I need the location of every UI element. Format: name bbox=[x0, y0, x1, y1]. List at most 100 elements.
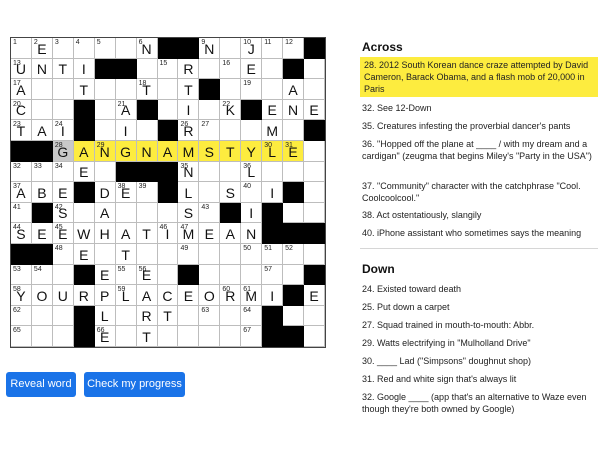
grid-cell[interactable]: T bbox=[115, 244, 137, 265]
grid-cell[interactable]: O bbox=[31, 285, 53, 306]
grid-cell[interactable]: 26 R bbox=[178, 120, 200, 141]
grid-cell[interactable]: I bbox=[178, 99, 200, 121]
grid-cell[interactable] bbox=[73, 202, 95, 224]
grid-cell[interactable] bbox=[136, 120, 158, 141]
grid-cell[interactable]: 59 L bbox=[115, 285, 137, 306]
grid-cell[interactable] bbox=[304, 141, 325, 162]
grid-cell[interactable]: E bbox=[52, 182, 74, 203]
grid-cell[interactable] bbox=[52, 264, 74, 286]
grid-cell[interactable]: 61 M bbox=[241, 285, 263, 306]
grid-cell[interactable]: T bbox=[220, 141, 242, 162]
grid-cell[interactable] bbox=[94, 120, 116, 141]
grid-cell[interactable]: H bbox=[94, 223, 116, 244]
grid-cell[interactable] bbox=[157, 326, 179, 347]
grid-cell[interactable]: R bbox=[178, 58, 200, 80]
grid-cell[interactable]: 24 I bbox=[52, 120, 74, 141]
grid-cell[interactable]: 6N bbox=[136, 38, 158, 59]
grid-cell[interactable]: A bbox=[115, 223, 137, 244]
down-clue-25[interactable]: 25. Put down a carpet bbox=[362, 301, 598, 313]
down-clue-32[interactable]: 32. Google ____ (app that's an alternati… bbox=[362, 391, 598, 415]
grid-cell[interactable]: 20 C bbox=[11, 99, 32, 121]
grid-cell[interactable]: A bbox=[157, 141, 179, 162]
grid-cell[interactable]: 9N bbox=[199, 38, 221, 59]
grid-cell[interactable] bbox=[199, 326, 221, 347]
grid-cell[interactable]: O bbox=[199, 285, 221, 306]
grid-cell[interactable]: E bbox=[31, 223, 53, 244]
grid-cell[interactable] bbox=[115, 38, 137, 59]
grid-cell[interactable]: 63 bbox=[199, 305, 221, 327]
grid-cell[interactable]: 41 bbox=[11, 202, 32, 224]
grid-cell[interactable]: W bbox=[73, 223, 95, 244]
grid-cell[interactable]: S bbox=[220, 182, 242, 203]
grid-cell[interactable]: 30 L bbox=[262, 141, 284, 162]
grid-cell[interactable] bbox=[136, 244, 158, 265]
grid-cell[interactable]: M bbox=[262, 120, 284, 141]
grid-cell[interactable] bbox=[283, 305, 305, 327]
grid-cell[interactable] bbox=[31, 99, 53, 121]
grid-cell[interactable] bbox=[220, 161, 242, 183]
grid-cell[interactable]: T bbox=[136, 326, 158, 347]
grid-cell[interactable]: G bbox=[115, 141, 137, 162]
grid-cell[interactable]: 62 bbox=[11, 305, 32, 327]
grid-cell[interactable] bbox=[241, 120, 263, 141]
grid-cell[interactable]: R bbox=[73, 285, 95, 306]
grid-cell[interactable]: 33 bbox=[31, 161, 53, 183]
grid-cell[interactable]: 60 R bbox=[220, 285, 242, 306]
grid-cell[interactable]: S bbox=[199, 141, 221, 162]
grid-cell[interactable] bbox=[220, 120, 242, 141]
grid-cell[interactable] bbox=[136, 58, 158, 80]
grid-cell[interactable]: 12 bbox=[283, 38, 305, 59]
grid-cell[interactable] bbox=[115, 79, 137, 100]
grid-cell[interactable] bbox=[94, 161, 116, 183]
grid-cell[interactable]: 23 T bbox=[11, 120, 32, 141]
grid-cell[interactable] bbox=[157, 244, 179, 265]
grid-cell[interactable] bbox=[115, 326, 137, 347]
grid-cell[interactable]: 15 bbox=[157, 58, 179, 80]
grid-cell[interactable] bbox=[304, 161, 325, 183]
grid-cell[interactable] bbox=[220, 264, 242, 286]
grid-cell[interactable]: 43 bbox=[199, 202, 221, 224]
grid-cell[interactable] bbox=[283, 120, 305, 141]
grid-cell[interactable]: I bbox=[262, 285, 284, 306]
grid-cell[interactable] bbox=[304, 326, 325, 347]
down-clue-30[interactable]: 30. ____ Lad ("Simpsons" doughnut shop) bbox=[362, 355, 598, 367]
across-clue-40[interactable]: 40. iPhone assistant who sometimes says … bbox=[362, 227, 598, 239]
grid-cell[interactable]: 3 bbox=[52, 38, 74, 59]
grid-cell[interactable]: 42 S bbox=[52, 202, 74, 224]
grid-cell[interactable]: 21 A bbox=[115, 99, 137, 121]
grid-cell[interactable] bbox=[199, 99, 221, 121]
grid-cell[interactable]: 35 N bbox=[178, 161, 200, 183]
grid-cell[interactable]: 58 Y bbox=[11, 285, 32, 306]
check-progress-button[interactable]: Check my progress bbox=[84, 372, 185, 397]
grid-cell[interactable]: 36 L bbox=[241, 161, 263, 183]
grid-cell[interactable] bbox=[157, 264, 179, 286]
grid-cell[interactable]: Y bbox=[241, 141, 263, 162]
grid-cell[interactable]: 53 bbox=[11, 264, 32, 286]
grid-cell[interactable]: 47 M bbox=[178, 223, 200, 244]
grid-cell[interactable]: 44 S bbox=[11, 223, 32, 244]
across-clue-36[interactable]: 36. "Hopped off the plane at ____ / with… bbox=[362, 138, 598, 162]
grid-cell[interactable]: 10 J bbox=[241, 38, 263, 59]
grid-cell[interactable]: A bbox=[283, 79, 305, 100]
grid-cell[interactable]: N bbox=[283, 99, 305, 121]
grid-cell[interactable] bbox=[283, 161, 305, 183]
grid-cell[interactable] bbox=[199, 244, 221, 265]
grid-cell[interactable] bbox=[220, 244, 242, 265]
grid-cell[interactable] bbox=[136, 202, 158, 224]
grid-cell[interactable]: E bbox=[262, 99, 284, 121]
grid-cell[interactable] bbox=[52, 99, 74, 121]
grid-cell[interactable]: 31 E bbox=[283, 141, 305, 162]
grid-cell[interactable]: 49 bbox=[178, 244, 200, 265]
grid-cell[interactable]: U bbox=[52, 285, 74, 306]
grid-cell[interactable]: B bbox=[31, 182, 53, 203]
grid-cell[interactable]: 55 bbox=[115, 264, 137, 286]
grid-cell[interactable]: R bbox=[136, 305, 158, 327]
grid-cell[interactable]: 67 bbox=[241, 326, 263, 347]
grid-cell[interactable]: 13 U bbox=[11, 58, 32, 80]
grid-cell[interactable]: 4 bbox=[73, 38, 95, 59]
grid-cell[interactable] bbox=[199, 264, 221, 286]
grid-cell[interactable]: 37 A bbox=[11, 182, 32, 203]
grid-cell[interactable] bbox=[241, 264, 263, 286]
grid-cell[interactable]: 52 bbox=[283, 244, 305, 265]
grid-cell[interactable]: 64 bbox=[241, 305, 263, 327]
